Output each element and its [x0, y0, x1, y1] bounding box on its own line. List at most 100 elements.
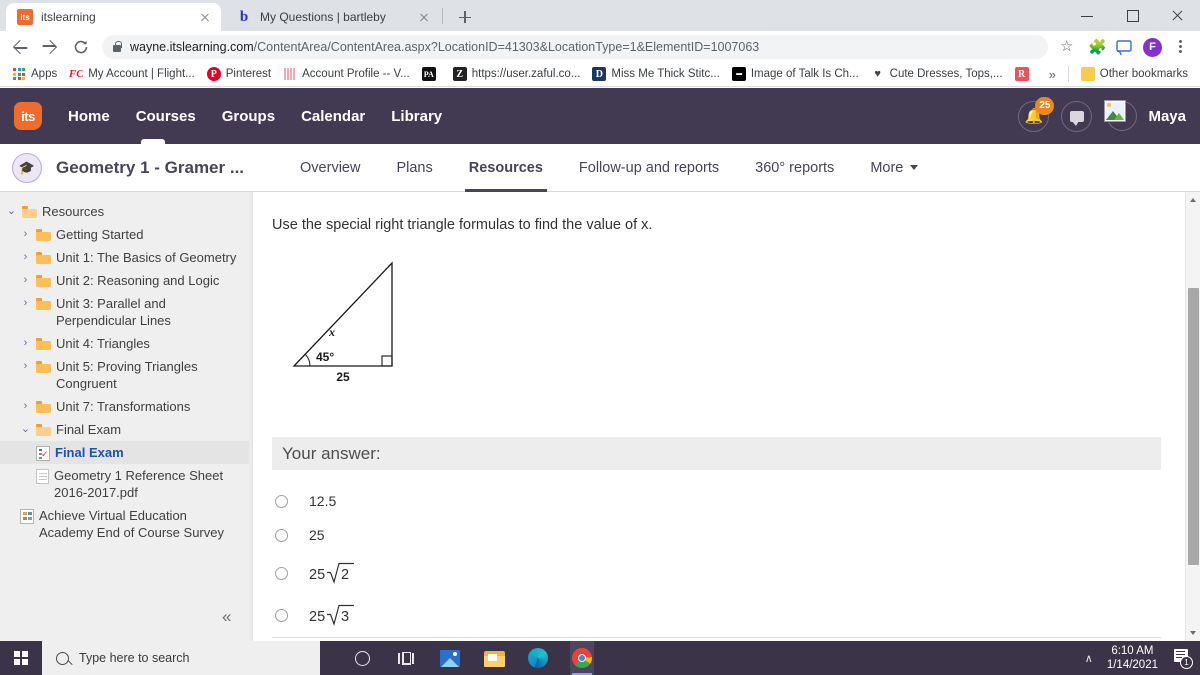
- tree-item-unit-4[interactable]: › Unit 4: Triangles: [0, 332, 249, 355]
- forward-button[interactable]: [36, 33, 66, 61]
- taskbar-search[interactable]: Type here to search: [42, 641, 320, 675]
- new-tab-button[interactable]: [454, 6, 476, 28]
- twisty-icon[interactable]: ⌄: [6, 203, 17, 220]
- tab-overview[interactable]: Overview: [282, 144, 378, 192]
- tree-item-getting-started[interactable]: › Getting Started: [0, 223, 249, 246]
- tab-plans[interactable]: Plans: [378, 144, 450, 192]
- window-close-button[interactable]: [1155, 0, 1200, 31]
- scroll-down-button[interactable]: [1186, 626, 1200, 641]
- answer-header-label: Your answer:: [282, 443, 381, 463]
- bookmark-miss-me[interactable]: D Miss Me Thick Stitc...: [586, 65, 725, 83]
- tray-expand-button[interactable]: ∧: [1085, 652, 1093, 665]
- scroll-up-button[interactable]: [1186, 192, 1200, 207]
- nav-item-home[interactable]: Home: [68, 108, 110, 125]
- bookmark-other-bookmarks[interactable]: Other bookmarks: [1075, 65, 1194, 83]
- start-button[interactable]: [0, 641, 42, 675]
- bookmark-cute-dresses[interactable]: ♥ Cute Dresses, Tops,...: [865, 65, 1009, 83]
- apps-grid-icon: [12, 67, 26, 81]
- close-icon[interactable]: [197, 9, 213, 25]
- radicand: 3: [341, 609, 349, 625]
- bookmark-zaful[interactable]: Z https://user.zaful.co...: [447, 65, 587, 83]
- tree-item-unit-2[interactable]: › Unit 2: Reasoning and Logic: [0, 269, 249, 292]
- twisty-icon[interactable]: ›: [20, 249, 31, 266]
- minimize-button[interactable]: [1065, 0, 1110, 31]
- page-scrollbar[interactable]: [1185, 192, 1200, 641]
- tree-item-final-exam-folder[interactable]: ⌄ Final Exam: [0, 418, 249, 441]
- scrollbar-thumb[interactable]: [1188, 288, 1199, 565]
- bookmark-pinterest[interactable]: P Pinterest: [201, 65, 277, 83]
- option-row[interactable]: 25: [272, 518, 1152, 552]
- bookmark-pa[interactable]: PA: [416, 65, 447, 83]
- username-label[interactable]: Maya: [1148, 108, 1186, 125]
- sidebar-divider: [249, 192, 253, 641]
- edge-button[interactable]: [526, 641, 550, 675]
- reload-button[interactable]: [66, 33, 96, 61]
- tab-more[interactable]: More: [852, 144, 936, 192]
- browser-toolbar: wayne.itslearning.com/ContentArea/Conten…: [0, 31, 1200, 62]
- browser-tab-itslearning[interactable]: its itslearning: [6, 3, 221, 31]
- collapse-sidebar-button[interactable]: «: [222, 607, 231, 627]
- photos-button[interactable]: [438, 641, 462, 675]
- nav-item-groups[interactable]: Groups: [222, 108, 275, 125]
- notifications-button[interactable]: 1: [1172, 648, 1193, 669]
- nav-item-calendar[interactable]: Calendar: [301, 108, 365, 125]
- option-row[interactable]: 25 2: [272, 552, 1152, 594]
- clock[interactable]: 6:10 AM 1/14/2021: [1107, 644, 1158, 672]
- tab-separator: [442, 8, 443, 24]
- cortana-button[interactable]: [350, 641, 374, 675]
- user-avatar[interactable]: [1104, 100, 1138, 132]
- task-view-button[interactable]: [394, 641, 418, 675]
- extensions-button[interactable]: 🧩: [1082, 33, 1110, 61]
- address-bar[interactable]: wayne.itslearning.com/ContentArea/Conten…: [102, 34, 1048, 59]
- radio-button[interactable]: [275, 566, 288, 580]
- browser-tab-bartleby[interactable]: b My Questions | bartleby: [225, 3, 440, 31]
- tree-item-unit-5[interactable]: › Unit 5: Proving Triangles Congruent: [0, 355, 249, 395]
- twisty-icon[interactable]: ⌄: [20, 421, 31, 438]
- bookmark-label: https://user.zaful.co...: [471, 68, 581, 80]
- tree-item-end-of-course-survey[interactable]: Achieve Virtual Education Academy End of…: [0, 504, 249, 544]
- twisty-icon[interactable]: ›: [20, 295, 31, 312]
- chrome-button[interactable]: [570, 641, 594, 675]
- twisty-icon[interactable]: ›: [20, 335, 31, 352]
- tab-follow-up-and-reports[interactable]: Follow-up and reports: [561, 144, 737, 192]
- bookmark-image-of-talk[interactable]: ▬ Image of Talk Is Ch...: [726, 65, 865, 83]
- twisty-icon[interactable]: ›: [20, 226, 31, 243]
- tree-item-label: Resources: [42, 204, 105, 219]
- twisty-icon[interactable]: ›: [20, 398, 31, 415]
- bookmark-my-account[interactable]: FC My Account | Flight...: [63, 65, 201, 83]
- cast-icon: [1116, 39, 1132, 55]
- tree-item-final-exam-quiz[interactable]: ✓ Final Exam: [0, 441, 249, 464]
- bookmark-star-button[interactable]: ☆: [1054, 33, 1082, 61]
- tree-item-reference-sheet[interactable]: Geometry 1 Reference Sheet 2016-2017.pdf: [0, 464, 249, 504]
- maximize-button[interactable]: [1110, 0, 1155, 31]
- radio-button[interactable]: [275, 608, 288, 622]
- tab-360-reports[interactable]: 360° reports: [737, 144, 852, 192]
- nav-item-courses[interactable]: Courses: [136, 108, 196, 125]
- profile-button[interactable]: F: [1138, 33, 1166, 61]
- tree-item-resources[interactable]: ⌄ Resources: [0, 200, 249, 223]
- file-explorer-button[interactable]: [482, 641, 506, 675]
- radio-button[interactable]: [275, 528, 288, 542]
- radio-button[interactable]: [275, 494, 288, 508]
- twisty-icon[interactable]: ›: [20, 358, 31, 375]
- option-row[interactable]: 25 3: [272, 594, 1152, 636]
- back-button[interactable]: [6, 33, 36, 61]
- twisty-icon[interactable]: ›: [20, 272, 31, 289]
- tree-item-unit-7[interactable]: › Unit 7: Transformations: [0, 395, 249, 418]
- bookmarks-overflow-button[interactable]: »: [1043, 67, 1062, 82]
- nav-item-library[interactable]: Library: [391, 108, 442, 125]
- cast-button[interactable]: [1110, 33, 1138, 61]
- option-row[interactable]: 12.5: [272, 484, 1152, 518]
- tree-item-unit-3[interactable]: › Unit 3: Parallel and Perpendicular Lin…: [0, 292, 249, 332]
- tab-resources[interactable]: Resources: [451, 144, 561, 192]
- bookmark-r[interactable]: R: [1009, 65, 1040, 83]
- itslearning-logo[interactable]: its: [14, 102, 42, 130]
- messages-button[interactable]: [1061, 100, 1093, 132]
- chrome-menu-button[interactable]: [1166, 33, 1194, 61]
- close-icon[interactable]: [416, 9, 432, 25]
- tree-item-unit-1[interactable]: › Unit 1: The Basics of Geometry: [0, 246, 249, 269]
- bookmark-apps[interactable]: Apps: [6, 65, 63, 83]
- notifications-button[interactable]: 🔔 25: [1018, 96, 1055, 132]
- resources-sidebar[interactable]: ⌄ Resources › Getting Started › Unit 1: …: [0, 192, 249, 641]
- bookmark-account-profile[interactable]: Account Profile -- V...: [277, 65, 416, 83]
